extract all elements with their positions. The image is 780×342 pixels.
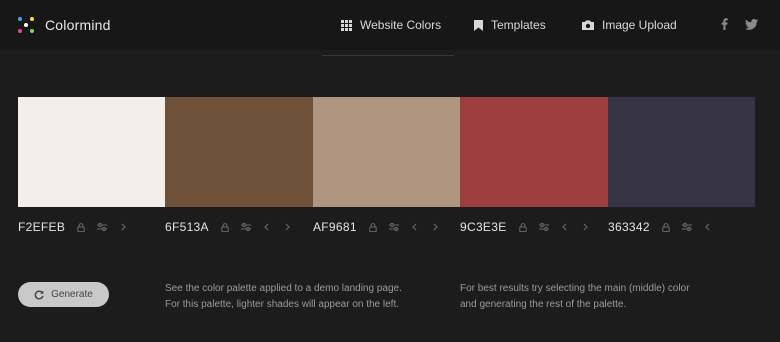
color-swatch[interactable] bbox=[312, 97, 461, 207]
brand[interactable]: Colormind bbox=[16, 15, 111, 35]
lock-icon[interactable] bbox=[220, 222, 230, 232]
arrow-right-icon[interactable] bbox=[581, 222, 591, 232]
hex-code[interactable]: F2EFEB bbox=[18, 220, 65, 234]
nav-templates[interactable]: Templates bbox=[474, 0, 546, 50]
color-swatch[interactable] bbox=[460, 97, 608, 207]
swatch-controls: 9C3E3E bbox=[460, 217, 602, 237]
hex-code[interactable]: 6F513A bbox=[165, 220, 209, 234]
color-swatch[interactable] bbox=[607, 97, 756, 207]
adjust-icon[interactable] bbox=[681, 222, 692, 232]
hex-code[interactable]: 363342 bbox=[608, 220, 650, 234]
lock-icon[interactable] bbox=[368, 222, 378, 232]
brand-name: Colormind bbox=[45, 17, 111, 33]
hex-code[interactable]: AF9681 bbox=[313, 220, 357, 234]
facebook-icon bbox=[721, 18, 728, 30]
arrow-left-icon[interactable] bbox=[560, 222, 570, 232]
generate-button[interactable]: Generate bbox=[18, 282, 109, 307]
swatch-controls: AF9681 bbox=[313, 217, 452, 237]
arrow-left-icon[interactable] bbox=[703, 222, 713, 232]
tip-info-text: For best results try selecting the main … bbox=[460, 281, 750, 313]
arrow-right-icon[interactable] bbox=[431, 222, 441, 232]
camera-icon bbox=[582, 20, 594, 30]
arrow-left-icon[interactable] bbox=[262, 222, 272, 232]
color-swatch[interactable] bbox=[18, 97, 166, 207]
adjust-icon[interactable] bbox=[388, 222, 399, 232]
colormind-logo-icon bbox=[16, 15, 36, 35]
adjust-icon[interactable] bbox=[240, 222, 251, 232]
info-line: See the color palette applied to a demo … bbox=[165, 283, 402, 294]
adjust-icon[interactable] bbox=[97, 222, 108, 232]
nav-image-upload[interactable]: Image Upload bbox=[582, 0, 677, 50]
lock-icon[interactable] bbox=[661, 222, 671, 232]
nav-label: Image Upload bbox=[602, 18, 677, 32]
color-swatch[interactable] bbox=[165, 97, 313, 207]
lock-icon[interactable] bbox=[76, 222, 86, 232]
facebook-link[interactable] bbox=[717, 17, 731, 31]
refresh-icon bbox=[34, 290, 44, 299]
twitter-icon bbox=[744, 18, 758, 30]
nav-website-colors[interactable]: Website Colors bbox=[341, 0, 441, 50]
arrow-right-icon[interactable] bbox=[118, 222, 128, 232]
demo-info-text: See the color palette applied to a demo … bbox=[165, 281, 455, 313]
bookmark-icon bbox=[474, 19, 483, 31]
swatch-controls: 363342 bbox=[608, 217, 724, 237]
adjust-icon[interactable] bbox=[538, 222, 549, 232]
nav-label: Templates bbox=[491, 18, 546, 32]
lock-icon[interactable] bbox=[518, 222, 528, 232]
top-navbar: Colormind Website Colors Templates Image… bbox=[0, 0, 780, 50]
twitter-link[interactable] bbox=[744, 17, 758, 31]
info-line: For best results try selecting the main … bbox=[460, 283, 690, 294]
info-line: and generating the rest of the palette. bbox=[460, 299, 627, 310]
active-nav-indicator bbox=[322, 55, 454, 56]
nav-label: Website Colors bbox=[360, 18, 442, 32]
arrow-left-icon[interactable] bbox=[410, 222, 420, 232]
palette bbox=[18, 97, 756, 207]
arrow-right-icon[interactable] bbox=[283, 222, 293, 232]
swatch-controls: F2EFEB bbox=[18, 217, 139, 237]
generate-label: Generate bbox=[51, 289, 93, 300]
info-line: For this palette, lighter shades will ap… bbox=[165, 299, 400, 310]
swatch-controls: 6F513A bbox=[165, 217, 304, 237]
hex-code[interactable]: 9C3E3E bbox=[460, 220, 507, 234]
grid-icon bbox=[341, 19, 352, 31]
